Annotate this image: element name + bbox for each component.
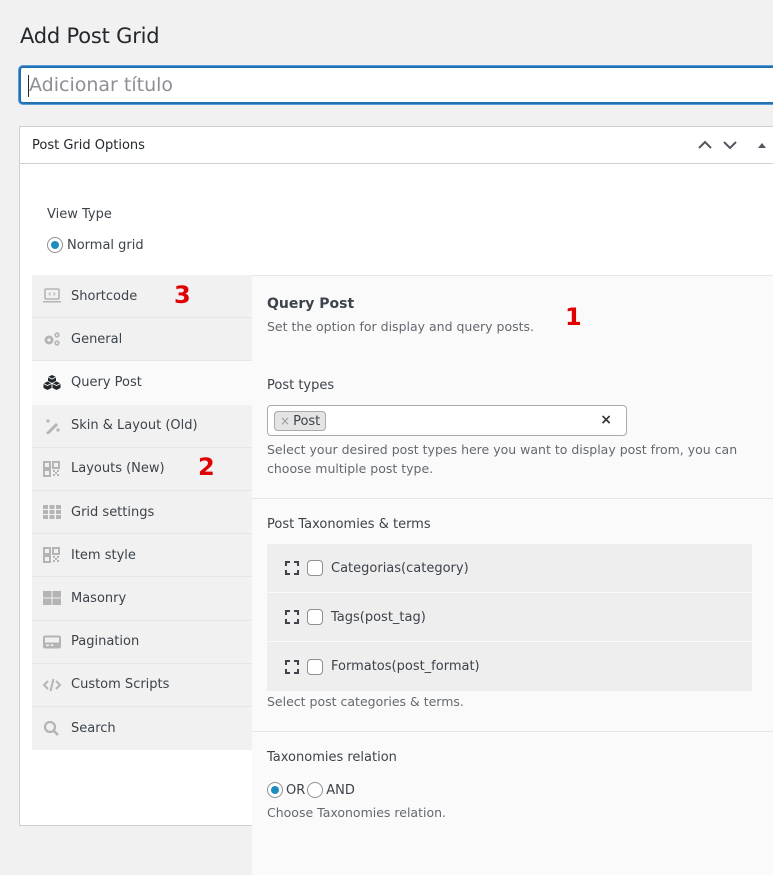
relation-and-radio[interactable] [307,782,324,798]
normal-grid-radio[interactable] [47,237,63,253]
divider [252,731,773,732]
sidebar-item-label: Custom Scripts [71,677,170,693]
expand-icon[interactable] [285,659,299,674]
taxonomy-label: Categorias(category) [331,560,469,576]
taxonomies-label: Post Taxonomies & terms [267,517,431,532]
sidebar-item-label: Masonry [71,590,127,606]
sidebar-item-shortcode[interactable]: Shortcode [32,275,252,319]
search-icon [42,719,62,737]
section-title: Query Post [267,296,355,312]
triangle-up-icon [758,143,766,148]
taxonomy-checkbox[interactable] [307,658,323,675]
move-down-button[interactable] [720,135,740,155]
taxonomy-row: Formatos(post_format) [267,642,752,691]
annotation-1: 1 [565,303,582,331]
post-types-label: Post types [267,378,335,393]
text-caret [28,75,29,97]
post-types-select[interactable]: × Post × [267,405,627,436]
sidebar-item-skin-layout-old[interactable]: Skin & Layout (Old) [32,405,252,448]
sidebar-item-label: General [71,331,123,347]
sidebar-item-item-style[interactable]: Item style [32,534,252,578]
expand-icon[interactable] [285,561,299,575]
query-post-pane: Query Post Set the option for display an… [252,275,773,875]
taxonomy-checkbox[interactable] [307,609,323,625]
annotation-3: 3 [174,281,191,309]
relation-or-label: OR [286,782,306,798]
grid-icon [42,503,62,521]
sidebar-item-query-post[interactable]: Query Post [32,361,252,405]
magic-wand-icon [42,417,62,435]
page-title: Add Post Grid [20,24,160,48]
chip-label: Post [293,413,321,429]
sidebar-item-label: Grid settings [71,504,155,520]
taxonomy-row: Tags(post_tag) [267,593,752,642]
post-title-input[interactable] [19,66,773,104]
post-grid-options-panel: Post Grid Options View Type Normal grid … [19,126,773,875]
sidebar-item-custom-scripts[interactable]: Custom Scripts [32,664,252,707]
sidebar-item-label: Item style [71,547,136,563]
view-type-normal-grid[interactable]: Normal grid [47,237,144,253]
expand-icon[interactable] [285,610,299,624]
sidebar-item-grid-settings[interactable]: Grid settings [32,491,252,535]
move-up-button[interactable] [695,135,715,155]
qrcode-icon [42,546,62,564]
masonry-icon [42,589,62,607]
sidebar-item-label: Layouts (New) [71,461,165,477]
sidebar-item-layouts-new[interactable]: Layouts (New) [32,448,252,491]
view-type-label: View Type [47,207,112,222]
sidebar-item-label: Search [71,720,116,736]
relation-and-label: AND [326,782,355,798]
sidebar-item-pagination[interactable]: Pagination [32,621,252,664]
taxonomies-list: Categorias(category) Tags(post_tag) Form… [267,544,752,691]
relation-help: Choose Taxonomies relation. [267,805,447,820]
taxonomy-label: Tags(post_tag) [331,609,426,625]
panel-title: Post Grid Options [32,138,145,153]
post-type-chip: × Post [274,411,327,431]
normal-grid-label: Normal grid [67,237,144,253]
divider [252,498,773,499]
settings-sidebar: Shortcode General Query Post Skin & Layo… [32,275,252,751]
taxonomy-checkbox[interactable] [307,560,323,576]
panel-header: Post Grid Options [20,127,773,164]
post-types-help: Select your desired post types here you … [267,442,738,476]
sidebar-item-label: Pagination [71,634,140,650]
taxonomy-row: Categorias(category) [267,544,752,593]
sidebar-item-label: Query Post [71,374,142,390]
taxonomies-help: Select post categories & terms. [267,694,464,709]
code-icon [42,676,62,694]
settings-tabs: Shortcode General Query Post Skin & Layo… [32,275,773,875]
sidebar-item-label: Skin & Layout (Old) [71,418,198,434]
section-description: Set the option for display and query pos… [267,319,535,334]
cubes-icon [42,373,62,391]
relation-or-radio[interactable] [267,782,283,798]
laptop-code-icon [42,287,62,305]
sidebar-item-general[interactable]: General [32,318,252,362]
qrcode-icon [42,460,62,478]
chevron-down-icon [723,141,737,150]
annotation-2: 2 [198,453,215,481]
relation-options: OR AND [267,782,355,798]
chip-remove-icon[interactable]: × [280,414,290,428]
pagination-icon [42,633,62,651]
clear-selection-icon[interactable]: × [600,412,612,428]
sidebar-item-search[interactable]: Search [32,707,252,750]
sidebar-item-masonry[interactable]: Masonry [32,577,252,621]
gears-icon [42,330,62,348]
chevron-up-icon [698,140,712,149]
taxonomy-label: Formatos(post_format) [331,659,480,674]
sidebar-item-label: Shortcode [71,288,138,304]
toggle-panel-button[interactable] [752,135,772,155]
relation-label: Taxonomies relation [267,750,397,765]
